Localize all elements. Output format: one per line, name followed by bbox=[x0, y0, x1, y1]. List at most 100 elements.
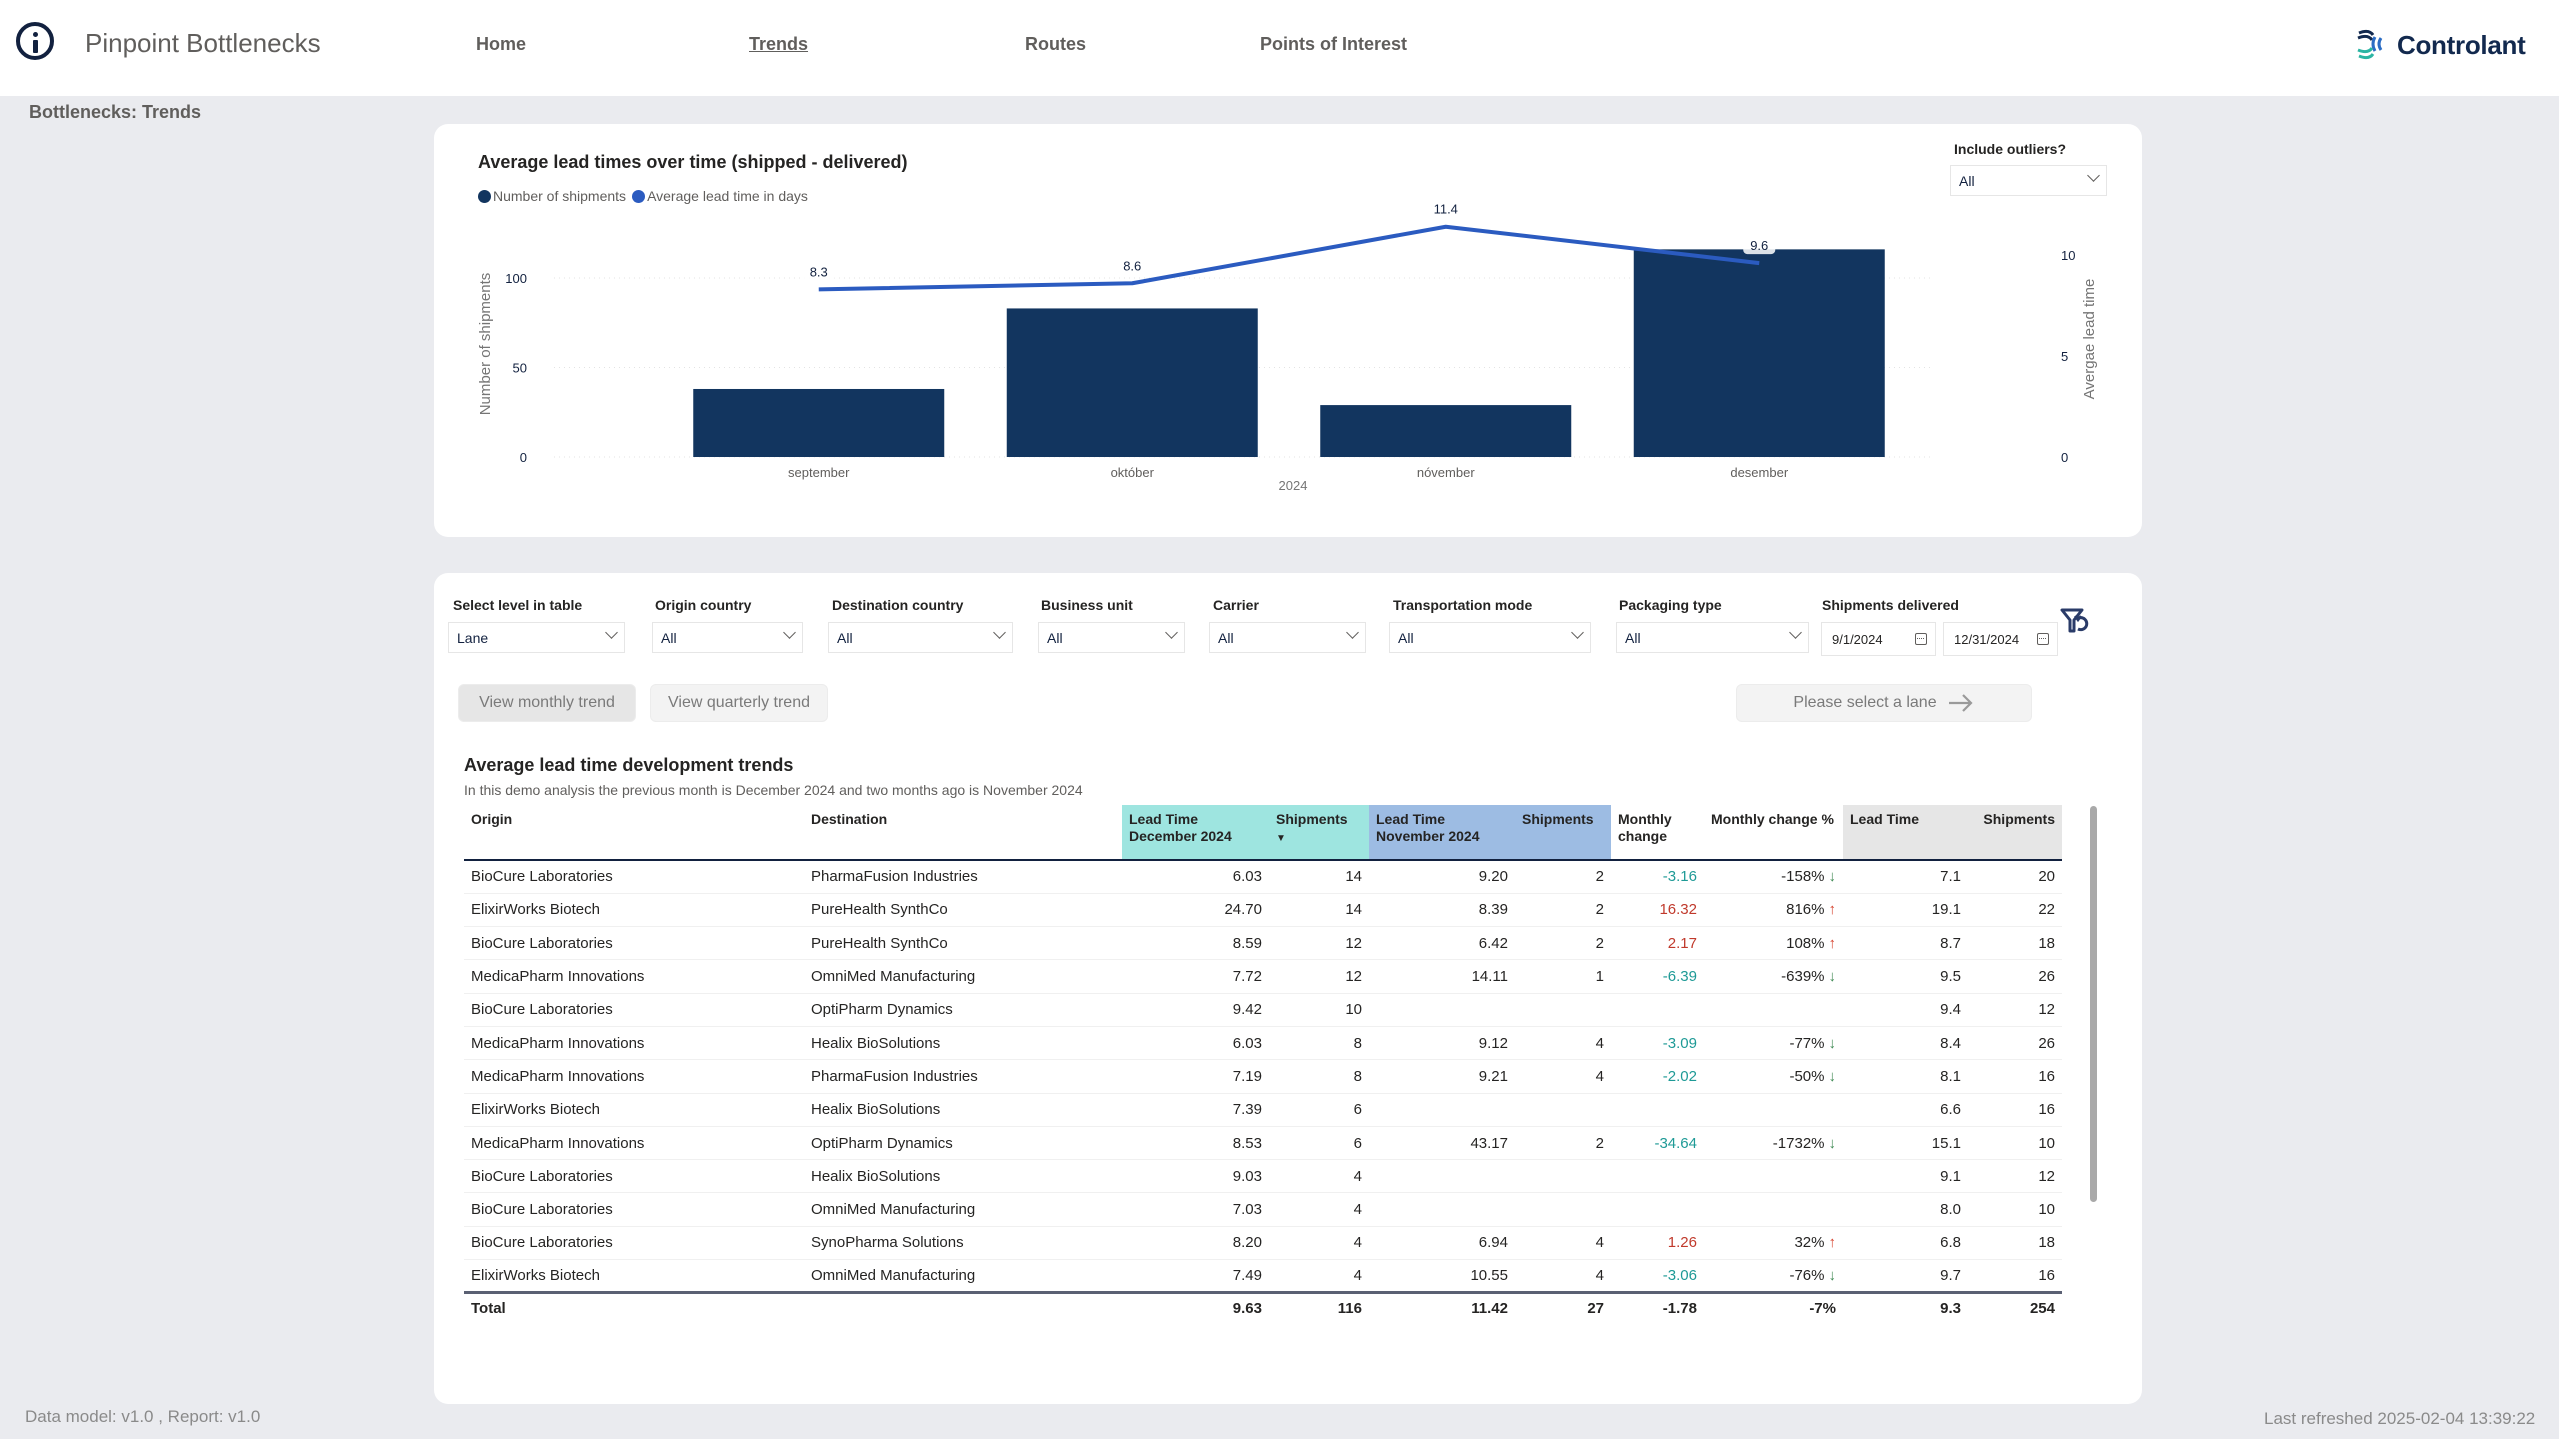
y-tick-left: 50 bbox=[513, 361, 527, 376]
col-shipments-nov[interactable]: Shipments bbox=[1515, 805, 1611, 861]
total-row: Total 9.63 116 11.42 27 -1.78 -7% 9.3 254 bbox=[464, 1291, 2062, 1323]
total-lead-time-dec: 9.63 bbox=[1122, 1291, 1269, 1323]
select-lane-button[interactable]: Please select a lane bbox=[1736, 684, 2032, 722]
col-monthly-change[interactable]: Monthly change bbox=[1611, 805, 1704, 861]
bar-október[interactable] bbox=[1006, 308, 1258, 457]
transportation-mode-dropdown[interactable]: All bbox=[1389, 622, 1591, 653]
table-scrollbar[interactable] bbox=[2090, 806, 2097, 1202]
cell-shipments-dec: 14 bbox=[1269, 860, 1369, 894]
cell-origin: ElixirWorks Biotech bbox=[464, 893, 804, 928]
arrow-down-icon: ↓ bbox=[1828, 1134, 1837, 1152]
view-monthly-trend-button[interactable]: View monthly trend bbox=[458, 684, 636, 722]
top-bar: Pinpoint Bottlenecks Home Trends Routes … bbox=[0, 0, 2559, 96]
col-origin[interactable]: Origin bbox=[464, 805, 804, 861]
chevron-down-icon bbox=[1346, 626, 1359, 639]
table-row[interactable]: BioCure Laboratories OptiPharm Dynamics 9.… bbox=[464, 993, 2062, 1027]
arrow-down-icon: ↓ bbox=[1828, 968, 1837, 986]
cell-shipments-nov: 4 bbox=[1515, 1026, 1611, 1061]
transport-value: All bbox=[1398, 629, 1414, 646]
cell-shipments-dec: 8 bbox=[1269, 1026, 1369, 1061]
col-destination[interactable]: Destination bbox=[804, 805, 1122, 861]
table-row[interactable]: BioCure Laboratories Healix BioSolutions 9… bbox=[464, 1159, 2062, 1194]
bar-nóvember[interactable] bbox=[1320, 405, 1572, 457]
cell-monthly-change: -3.09 bbox=[1611, 1026, 1704, 1061]
cell-lead-time-nov: 6.42 bbox=[1369, 926, 1515, 961]
table-row[interactable]: BioCure Laboratories OmniMed Manufacturin… bbox=[464, 1192, 2062, 1227]
change-pct-value: 108% bbox=[1786, 934, 1825, 952]
app-title: Pinpoint Bottlenecks bbox=[85, 28, 321, 58]
table-row[interactable]: ElixirWorks Biotech OmniMed Manufacturing… bbox=[464, 1259, 2062, 1294]
level-dropdown[interactable]: Lane bbox=[448, 622, 625, 653]
carrier-dropdown[interactable]: All bbox=[1209, 622, 1366, 653]
lead-time-table: Origin Destination Lead Time December 20… bbox=[464, 805, 2062, 1323]
arrow-up-icon: ↑ bbox=[1828, 934, 1837, 952]
end-date-input[interactable]: 12/31/2024 bbox=[1943, 622, 2058, 656]
cell-shipments-nov: 2 bbox=[1515, 1126, 1611, 1161]
cell-shipments-total: 12 bbox=[1968, 993, 2062, 1027]
table-row[interactable]: MedicaPharm Innovations PharmaFusion Indu… bbox=[464, 1059, 2062, 1094]
nav-trends[interactable]: Trends bbox=[749, 34, 808, 55]
cell-lead-time-dec: 24.70 bbox=[1122, 893, 1269, 928]
data-label-lead-time: 9.6 bbox=[1750, 238, 1768, 253]
col-lead-time-total[interactable]: Lead Time bbox=[1843, 805, 1968, 861]
cell-shipments-dec: 12 bbox=[1269, 926, 1369, 961]
col-lead-time-nov[interactable]: Lead Time November 2024 bbox=[1369, 805, 1515, 861]
cell-shipments-nov: 2 bbox=[1515, 893, 1611, 928]
info-icon[interactable] bbox=[16, 22, 54, 60]
x-tick-label: október bbox=[1111, 465, 1155, 480]
reset-filters-icon[interactable] bbox=[2060, 607, 2094, 637]
table-row[interactable]: BioCure Laboratories SynoPharma Solutions… bbox=[464, 1226, 2062, 1261]
change-pct-value: 816% bbox=[1786, 901, 1825, 919]
calendar-icon[interactable] bbox=[2037, 633, 2049, 645]
table-row[interactable]: ElixirWorks Biotech Healix BioSolutions 7.… bbox=[464, 1093, 2062, 1127]
nav-points-of-interest[interactable]: Points of Interest bbox=[1260, 34, 1407, 55]
start-date-input[interactable]: 9/1/2024 bbox=[1821, 622, 1936, 656]
cell-lead-time-nov: 43.17 bbox=[1369, 1126, 1515, 1161]
nav-home[interactable]: Home bbox=[476, 34, 526, 55]
cell-monthly-change: -2.02 bbox=[1611, 1059, 1704, 1094]
table-row[interactable]: MedicaPharm Innovations OptiPharm Dynamic… bbox=[464, 1126, 2062, 1161]
col-monthly-change-pct[interactable]: Monthly change % bbox=[1704, 805, 1843, 861]
col-shipments-dec[interactable]: Shipments ▼ bbox=[1269, 805, 1369, 861]
nav-routes[interactable]: Routes bbox=[1025, 34, 1086, 55]
table-row[interactable]: MedicaPharm Innovations Healix BioSolutio… bbox=[464, 1026, 2062, 1061]
cell-shipments-nov: 4 bbox=[1515, 1259, 1611, 1294]
cell-shipments-nov bbox=[1515, 1192, 1611, 1227]
y-tick-left: 100 bbox=[505, 271, 527, 286]
destination-country-dropdown[interactable]: All bbox=[828, 622, 1013, 653]
y-axis-label-right: Avergae lead time bbox=[2081, 279, 2098, 400]
select-lane-label: Please select a lane bbox=[1793, 694, 1937, 711]
cell-shipments-dec: 4 bbox=[1269, 1192, 1369, 1227]
origin-country-dropdown[interactable]: All bbox=[652, 622, 803, 653]
col-shipments-total[interactable]: Shipments bbox=[1968, 805, 2062, 861]
chevron-down-icon bbox=[1165, 626, 1178, 639]
bar-september[interactable] bbox=[693, 388, 945, 457]
table-row[interactable]: MedicaPharm Innovations OmniMed Manufactu… bbox=[464, 959, 2062, 994]
total-shipments-nov: 27 bbox=[1515, 1291, 1611, 1323]
cell-destination: OptiPharm Dynamics bbox=[804, 1126, 1122, 1161]
bar-desember[interactable] bbox=[1633, 249, 1885, 457]
x-tick-label: nóvember bbox=[1417, 465, 1475, 480]
cell-shipments-total: 10 bbox=[1968, 1126, 2062, 1161]
table-row[interactable]: BioCure Laboratories PureHealth SynthCo 8.… bbox=[464, 926, 2062, 961]
cell-monthly-change bbox=[1611, 993, 1704, 1027]
cell-monthly-change: -6.39 bbox=[1611, 959, 1704, 994]
view-quarterly-trend-button[interactable]: View quarterly trend bbox=[650, 684, 828, 722]
cell-monthly-change-pct bbox=[1704, 1093, 1843, 1127]
packaging-type-dropdown[interactable]: All bbox=[1616, 622, 1809, 653]
cell-monthly-change-pct: -76% ↓ bbox=[1704, 1259, 1843, 1294]
table-row[interactable]: BioCure Laboratories PharmaFusion Industr… bbox=[464, 860, 2062, 894]
filter-label-origin: Origin country bbox=[655, 597, 752, 613]
calendar-icon[interactable] bbox=[1915, 633, 1927, 645]
cell-monthly-change: -34.64 bbox=[1611, 1126, 1704, 1161]
cell-destination: Healix BioSolutions bbox=[804, 1026, 1122, 1061]
business-unit-dropdown[interactable]: All bbox=[1038, 622, 1185, 653]
table-row[interactable]: ElixirWorks Biotech PureHealth SynthCo 24.… bbox=[464, 893, 2062, 928]
cell-lead-time-nov bbox=[1369, 1159, 1515, 1194]
col-lead-time-dec[interactable]: Lead Time December 2024 bbox=[1122, 805, 1269, 861]
cell-shipments-total: 16 bbox=[1968, 1259, 2062, 1294]
cell-lead-time-total: 9.7 bbox=[1843, 1259, 1968, 1294]
cell-shipments-total: 12 bbox=[1968, 1159, 2062, 1194]
filter-label-destination: Destination country bbox=[832, 597, 964, 613]
cell-monthly-change-pct bbox=[1704, 1192, 1843, 1227]
